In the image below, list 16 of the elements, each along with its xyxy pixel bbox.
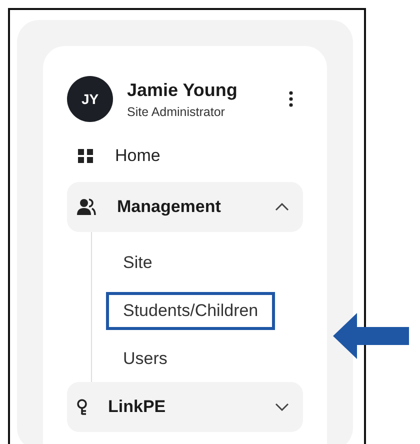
chevron-down-icon [275,403,289,411]
user-name: Jamie Young [127,80,238,100]
user-role: Site Administrator [127,104,226,118]
sub-nav-item[interactable]: Students/Children [106,292,276,330]
chevron-up-icon [275,203,289,211]
sub-nav-item[interactable]: Users [106,340,184,378]
key-icon [77,399,88,415]
grid-icon [77,147,95,165]
nav-group[interactable]: Management [67,182,303,232]
sub-nav-item[interactable]: Site [106,244,170,282]
kebab-icon [289,91,293,107]
nav-item[interactable]: Home [67,140,303,172]
avatar: JY [67,76,113,122]
people-icon [77,198,97,216]
arrow-icon [333,313,409,359]
nav-group[interactable]: LinkPE [67,382,303,432]
